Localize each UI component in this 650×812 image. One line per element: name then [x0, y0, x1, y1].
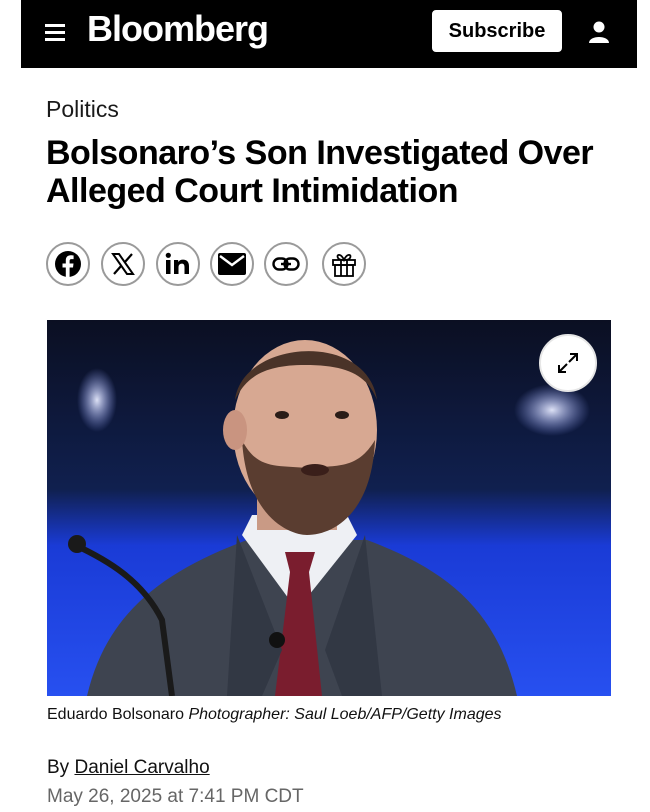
user-account-icon[interactable]: [586, 19, 612, 45]
photo-credit: Photographer: Saul Loeb/AFP/Getty Images: [188, 706, 502, 723]
email-icon: [218, 253, 246, 275]
author-link[interactable]: Daniel Carvalho: [74, 757, 209, 778]
section-label[interactable]: Politics: [46, 96, 119, 123]
hamburger-menu-icon[interactable]: [45, 24, 65, 42]
share-linkedin-button[interactable]: [156, 242, 200, 286]
photo-caption: Eduardo Bolsonaro Photographer: Saul Loe…: [47, 706, 502, 724]
share-x-button[interactable]: [101, 242, 145, 286]
gift-article-button[interactable]: [322, 242, 366, 286]
top-navigation-bar: Bloomberg Subscribe: [21, 0, 637, 68]
bloomberg-logo[interactable]: Bloomberg: [87, 8, 269, 50]
article-photo[interactable]: [47, 320, 611, 696]
byline-prefix: By: [47, 757, 70, 778]
facebook-icon: [55, 251, 81, 278]
link-icon: [272, 257, 300, 271]
linkedin-icon: [165, 252, 189, 274]
caption-subject: Eduardo Bolsonaro: [47, 706, 184, 723]
gift-icon: [332, 253, 356, 277]
byline: By Daniel Carvalho: [47, 757, 210, 779]
share-facebook-button[interactable]: [46, 242, 90, 286]
article-headline: Bolsonaro’s Son Investigated Over Allege…: [46, 134, 594, 210]
x-icon: [111, 253, 135, 275]
expand-arrows-icon: [558, 353, 578, 373]
copy-link-button[interactable]: [264, 242, 308, 286]
publish-date: May 26, 2025 at 7:41 PM CDT: [47, 786, 304, 807]
portrait-illustration: [47, 320, 611, 696]
expand-image-button[interactable]: [539, 334, 597, 392]
share-email-button[interactable]: [210, 242, 254, 286]
subscribe-button[interactable]: Subscribe: [432, 10, 562, 52]
